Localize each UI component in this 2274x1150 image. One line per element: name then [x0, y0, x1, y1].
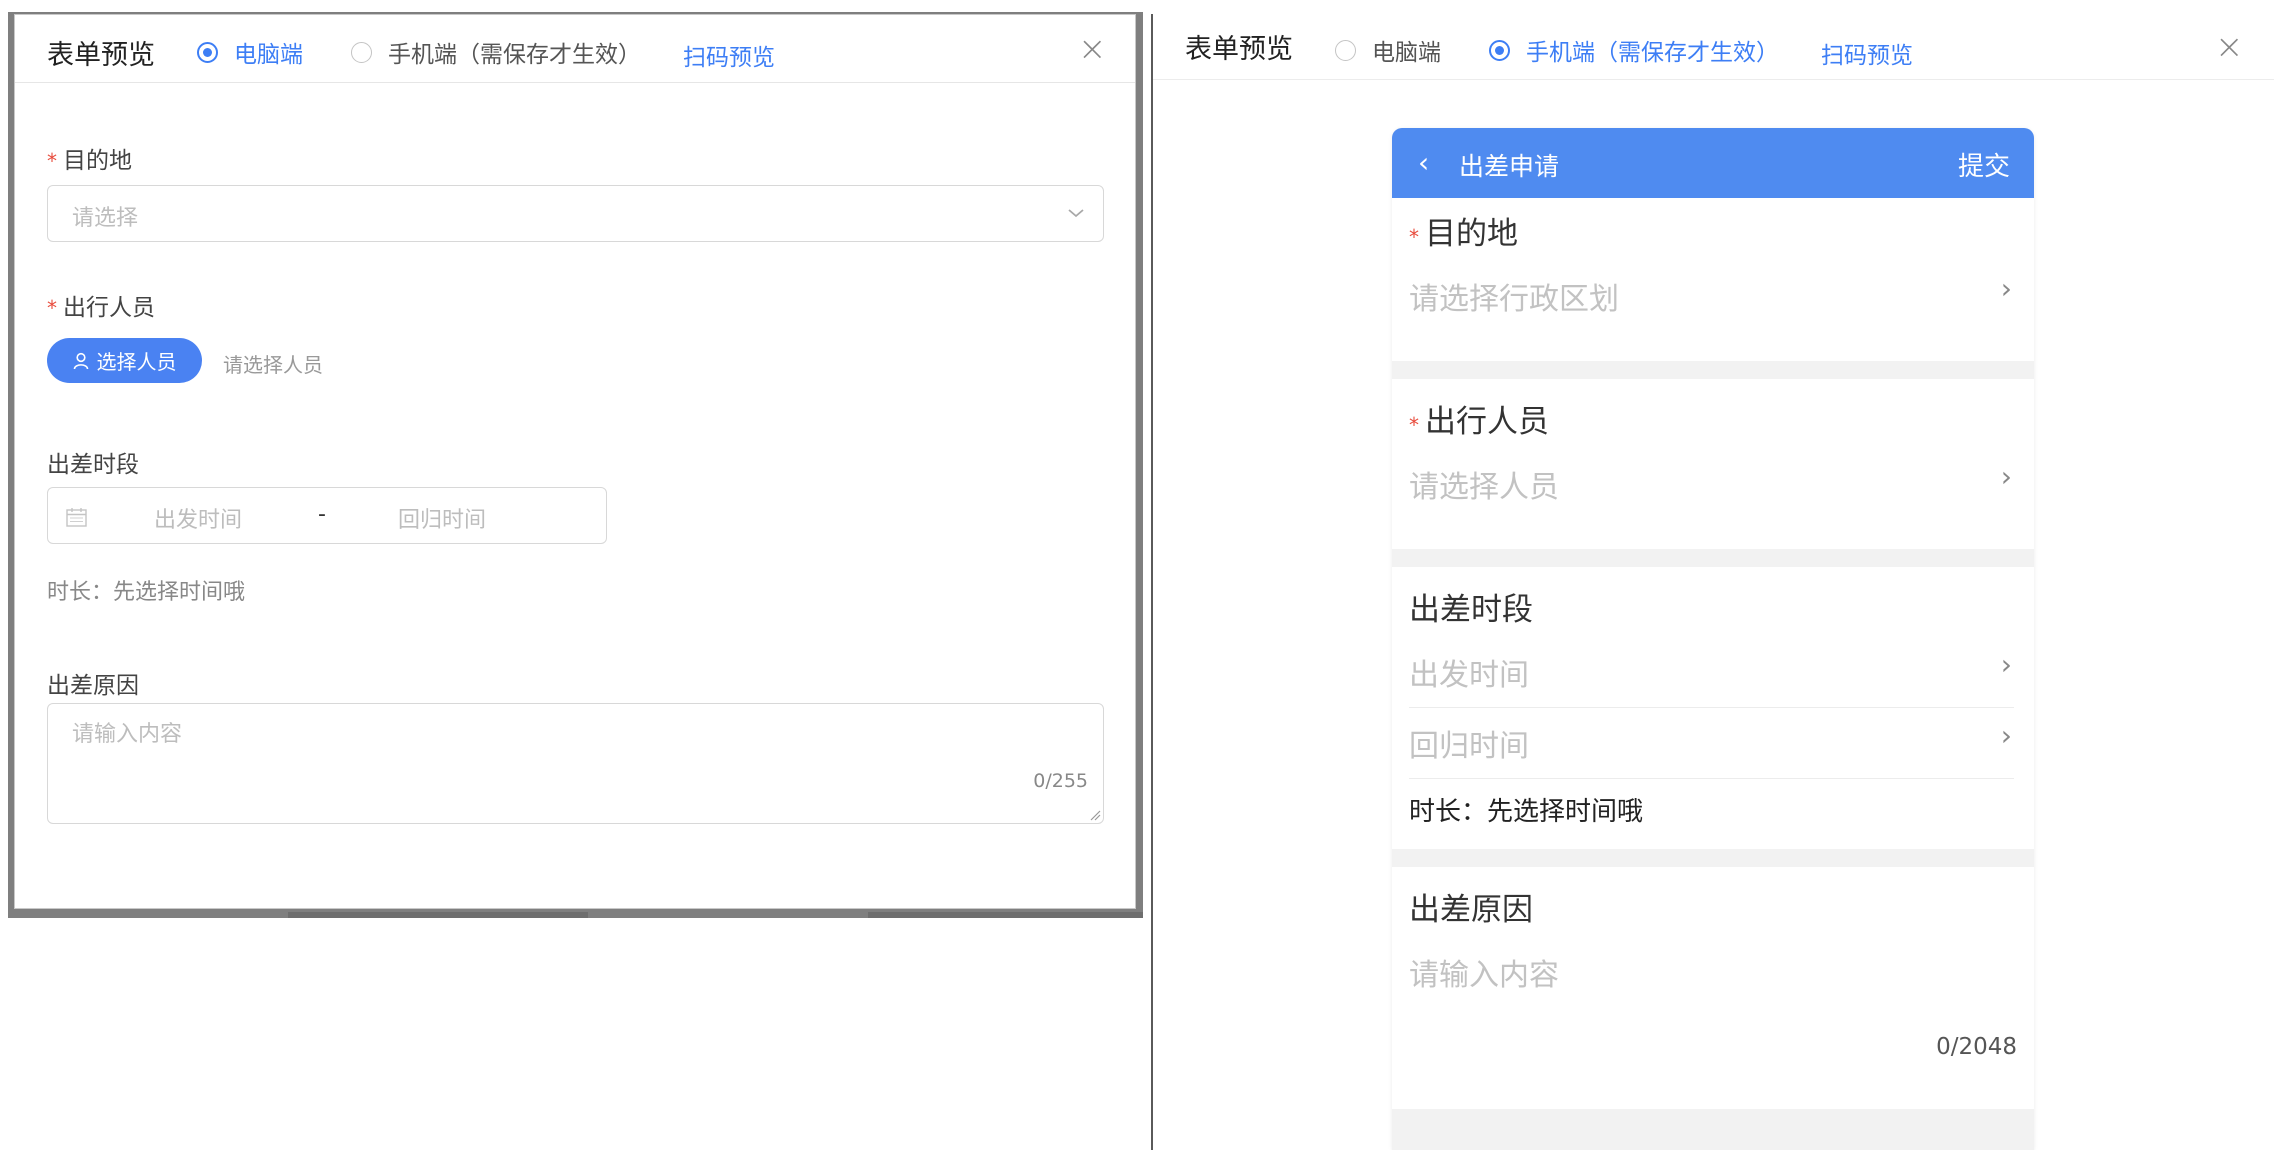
- mobile-preview-panel: 表单预览 电脑端 手机端（需保存才生效） 扫码预览 × ‹ 出差申请 提交 * 目…: [1153, 0, 2274, 1150]
- chevron-right-icon[interactable]: ›: [2001, 648, 2012, 681]
- dialog-title: 表单预览: [47, 40, 155, 71]
- reason-label: 出差原因: [1409, 892, 1533, 928]
- required-mark: *: [1409, 225, 1419, 249]
- destination-label: * 目的地: [1409, 208, 1518, 253]
- reason-placeholder: 请输入内容: [1409, 958, 1559, 993]
- start-time-input[interactable]: 出发时间: [154, 502, 242, 534]
- radio-pc[interactable]: 电脑端: [1335, 33, 1441, 67]
- user-icon: [73, 352, 88, 369]
- reason-label: 出差原因: [47, 673, 139, 699]
- dialog-header: 表单预览 电脑端 手机端（需保存才生效） 扫码预览 ×: [1153, 0, 2274, 80]
- radio-mobile-label: 手机端（需保存才生效）: [1526, 40, 1779, 66]
- select-people-label: 选择人员: [96, 350, 177, 374]
- radio-mobile-label: 手机端（需保存才生效）: [388, 42, 641, 68]
- duration-text: 时长：先选择时间哦: [47, 580, 246, 605]
- travelers-hint: 请选择人员: [223, 353, 323, 377]
- phone-frame: ‹ 出差申请 提交 * 目的地 请选择行政区划 › * 出行人员 请选择人员 › 出…: [1392, 128, 2034, 1150]
- radio-icon: [351, 41, 372, 63]
- travelers-label: * 出行人员: [47, 288, 155, 322]
- chevron-right-icon[interactable]: ›: [2001, 719, 2012, 752]
- range-separator: -: [318, 502, 326, 527]
- form-preview-dialog: 表单预览 电脑端 手机端（需保存才生效） 扫码预览 × * 目的地 请选择 * 出行…: [15, 15, 1135, 908]
- required-mark: *: [47, 296, 57, 320]
- backdrop-shadow: [288, 912, 588, 918]
- submit-button[interactable]: 提交: [1958, 146, 2010, 183]
- end-time-input[interactable]: 回归时间: [398, 502, 486, 534]
- radio-icon: [1335, 39, 1356, 61]
- reason-card[interactable]: 出差原因 请输入内容 0/2048: [1392, 867, 2034, 1109]
- pc-preview-panel: 表单预览 电脑端 手机端（需保存才生效） 扫码预览 × * 目的地 请选择 * 出行…: [0, 0, 1150, 1150]
- destination-card[interactable]: * 目的地 请选择行政区划 ›: [1392, 198, 2034, 361]
- radio-mobile[interactable]: 手机端（需保存才生效）: [351, 35, 641, 69]
- period-label: 出差时段: [1409, 592, 1533, 628]
- chevron-right-icon[interactable]: ›: [2001, 272, 2012, 305]
- dialog-title: 表单预览: [1185, 34, 1293, 65]
- back-icon[interactable]: ‹: [1418, 146, 1429, 179]
- chevron-right-icon[interactable]: ›: [2001, 460, 2012, 493]
- travelers-label: * 出行人员: [1409, 396, 1549, 441]
- end-time-field[interactable]: 回归时间: [1409, 721, 1529, 765]
- radio-pc[interactable]: 电脑端: [197, 35, 303, 69]
- required-mark: *: [1409, 413, 1419, 437]
- period-label: 出差时段: [47, 452, 139, 478]
- phone-nav-bar: ‹ 出差申请 提交: [1392, 128, 2034, 198]
- destination-label-text: 目的地: [1425, 216, 1518, 252]
- backdrop-shadow: [868, 912, 1143, 918]
- chevron-down-icon: [1068, 209, 1084, 218]
- close-icon[interactable]: ×: [1078, 32, 1107, 66]
- radio-mobile[interactable]: 手机端（需保存才生效）: [1489, 33, 1779, 67]
- close-icon[interactable]: ×: [2215, 30, 2244, 64]
- duration-text: 时长：先选择时间哦: [1409, 797, 1644, 827]
- destination-label: * 目的地: [47, 141, 132, 175]
- destination-select[interactable]: 请选择: [47, 185, 1104, 242]
- date-range-picker[interactable]: 出发时间 - 回归时间: [47, 487, 607, 544]
- travelers-card[interactable]: * 出行人员 请选择人员 ›: [1392, 379, 2034, 549]
- reason-counter: 0/255: [1033, 770, 1088, 792]
- phone-title: 出差申请: [1459, 152, 1560, 181]
- reason-textarea[interactable]: 请输入内容 0/255: [47, 703, 1104, 824]
- calendar-icon: [66, 508, 87, 527]
- scan-preview-link[interactable]: 扫码预览: [683, 38, 775, 72]
- start-time-field[interactable]: 出发时间: [1409, 650, 1529, 694]
- dialog-header: 表单预览 电脑端 手机端（需保存才生效） 扫码预览 ×: [15, 15, 1135, 83]
- destination-placeholder: 请选择: [72, 206, 139, 231]
- divider: [1409, 778, 2014, 779]
- radio-pc-label: 电脑端: [1372, 40, 1441, 66]
- travelers-label-text: 出行人员: [63, 295, 155, 321]
- travelers-placeholder: 请选择人员: [1409, 470, 1559, 505]
- scan-preview-link[interactable]: 扫码预览: [1821, 36, 1913, 70]
- select-people-button[interactable]: 选择人员: [47, 338, 202, 383]
- divider: [1409, 707, 2014, 708]
- radio-icon: [1489, 39, 1510, 61]
- reason-counter: 0/2048: [1936, 1034, 2017, 1060]
- reason-placeholder: 请输入内容: [72, 722, 183, 747]
- destination-label-text: 目的地: [63, 148, 132, 174]
- travelers-label-text: 出行人员: [1425, 404, 1549, 440]
- radio-pc-label: 电脑端: [234, 42, 303, 68]
- radio-icon: [197, 41, 218, 63]
- destination-placeholder: 请选择行政区划: [1409, 282, 1619, 317]
- period-card: 出差时段 出发时间 › 回归时间 › 时长：先选择时间哦: [1392, 567, 2034, 849]
- resize-icon[interactable]: [1089, 809, 1101, 821]
- required-mark: *: [47, 149, 57, 173]
